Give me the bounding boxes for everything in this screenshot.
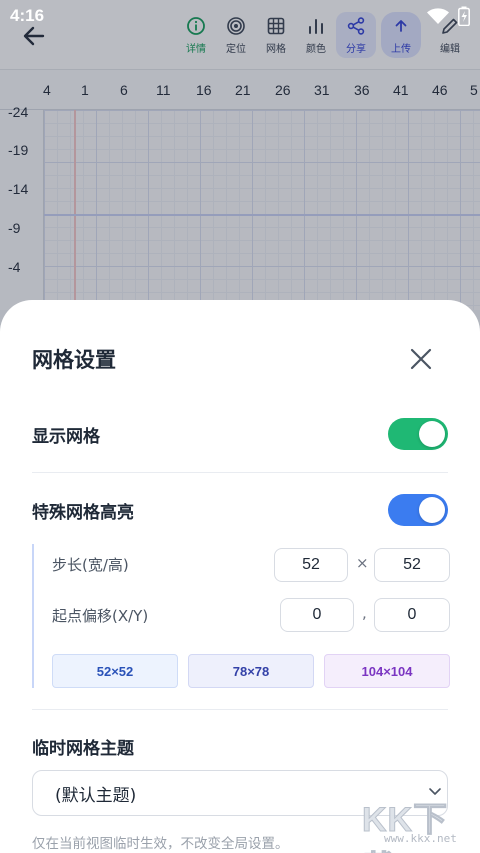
battery-icon [458,6,470,26]
site-watermark: KK下载 www.kkx.net [362,792,480,853]
toggle-knob [419,497,445,523]
grid-settings-sheet: 网格设置 显示网格 特殊网格高亮 步长(宽/高) 52 × 52 起点偏移(X/… [0,300,480,853]
close-icon [410,348,432,370]
toggle-knob [419,421,445,447]
offset-separator: , [362,604,367,622]
status-time: 4:16 [10,6,45,25]
preset-52-button[interactable]: 52×52 [52,654,178,688]
offset-label: 起点偏移(X/Y) [52,607,149,625]
show-grid-label: 显示网格 [32,427,100,447]
highlight-grid-label: 特殊网格高亮 [32,503,134,523]
step-label: 步长(宽/高) [52,556,129,574]
preset-104-button[interactable]: 104×104 [324,654,450,688]
highlight-options: 步长(宽/高) 52 × 52 起点偏移(X/Y) 0 , 0 52×52 78… [32,544,450,688]
divider [32,472,448,473]
step-width-input[interactable]: 52 [274,548,348,582]
grid-theme-value: (默认主题) [55,785,137,806]
offset-y-input[interactable]: 0 [374,598,450,632]
offset-x-input[interactable]: 0 [280,598,354,632]
show-grid-toggle[interactable] [388,418,448,450]
hint-text: 仅在当前视图临时生效，不改变全局设置。 [32,836,289,852]
divider [32,709,448,710]
highlight-grid-toggle[interactable] [388,494,448,526]
status-icons [426,6,470,26]
wifi-icon [427,8,449,24]
close-button[interactable] [404,342,438,376]
step-separator: × [356,554,369,572]
preset-78-button[interactable]: 78×78 [188,654,314,688]
step-height-input[interactable]: 52 [374,548,450,582]
grid-theme-label: 临时网格主题 [32,739,134,759]
sheet-title: 网格设置 [32,348,116,372]
watermark-url: www.kkx.net [384,832,457,845]
status-bar: 4:16 [0,0,480,32]
